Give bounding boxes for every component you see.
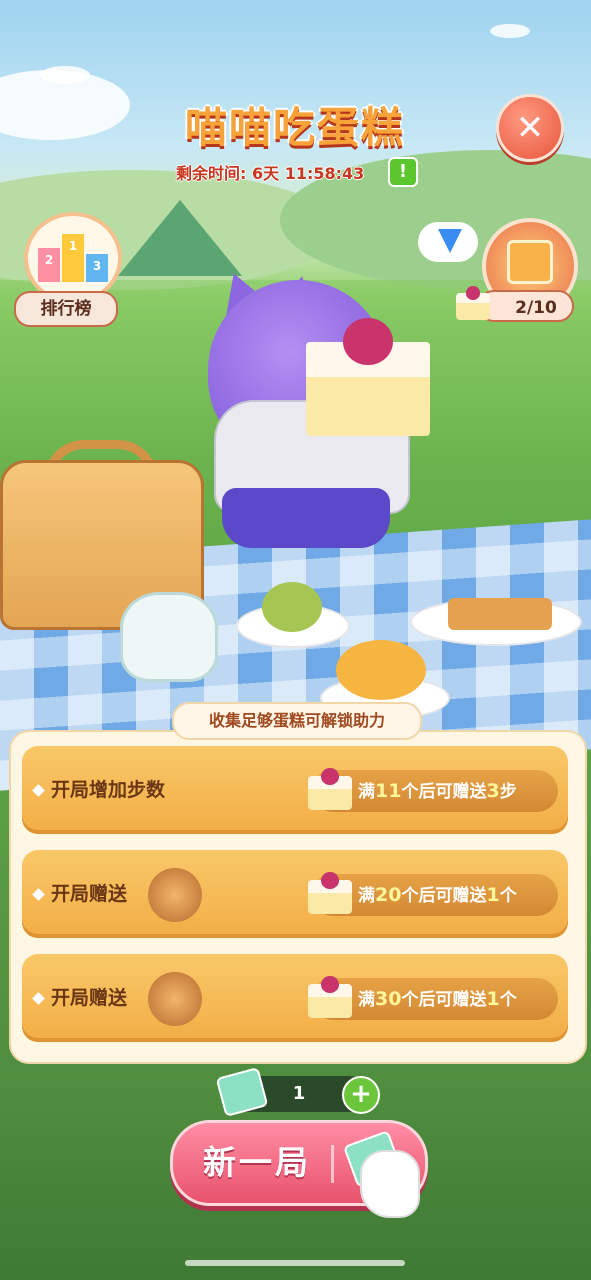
gift-icon xyxy=(507,240,553,284)
diamond-icon xyxy=(438,229,462,253)
podium-first: 1 xyxy=(62,234,84,282)
boost-row-cannon: 开局赠送 满20个后可赠送1个 xyxy=(22,850,568,938)
gift-progress-count: 2/10 xyxy=(478,290,574,322)
reward-text: 满11个后可赠送3步 xyxy=(358,780,517,802)
podium-third: 3 xyxy=(86,254,108,282)
home-indicator[interactable] xyxy=(185,1260,405,1266)
tent xyxy=(118,200,242,276)
timer-label: 剩余时间: xyxy=(176,164,247,183)
add-ticket-button[interactable]: + xyxy=(342,1076,380,1114)
orange-cake xyxy=(336,640,426,700)
reward-text: 满30个后可赠送1个 xyxy=(358,988,517,1010)
ranking-label: 排行榜 xyxy=(14,291,118,327)
boost-label: 开局赠送 xyxy=(32,954,127,1042)
cake-icon xyxy=(308,872,352,914)
reward-pill: 满30个后可赠送1个 xyxy=(308,976,558,1020)
timer-time: 11:58:43 xyxy=(284,164,365,183)
game-title: 喵喵吃蛋糕 xyxy=(184,103,405,152)
boost-row-hammer: 开局赠送 满30个后可赠送1个 xyxy=(22,954,568,1042)
boost-label: 开局增加步数 xyxy=(32,746,165,834)
timer-days: 6天 xyxy=(251,164,280,183)
panel-header: 收集足够蛋糕可解锁助力 xyxy=(172,702,422,740)
cloud xyxy=(40,66,90,84)
button-divider xyxy=(331,1145,334,1183)
boost-row-extra-steps: 开局增加步数 满11个后可赠送3步 xyxy=(22,746,568,834)
game-screen: 喵喵吃蛋糕 剩余时间: 6天 11:58:43 ! ✕ 2 1 3 排行榜 2/… xyxy=(0,0,591,1280)
matcha-cake xyxy=(262,582,322,632)
close-button[interactable]: ✕ xyxy=(496,94,564,162)
cake-icon xyxy=(308,768,352,810)
countdown-timer: 剩余时间: 6天 11:58:43 xyxy=(176,160,364,184)
cake-icon xyxy=(456,286,490,320)
reward-text: 满20个后可赠送1个 xyxy=(358,884,517,906)
ticket-count: 1 xyxy=(292,1083,306,1104)
cannon-icon xyxy=(148,868,202,922)
hammer-icon xyxy=(148,972,202,1026)
reward-pill: 满11个后可赠送3步 xyxy=(308,768,558,812)
pie-slice xyxy=(448,598,552,630)
new-game-label: 新一局 xyxy=(203,1143,311,1182)
podium-second: 2 xyxy=(38,248,60,282)
cake-icon xyxy=(308,976,352,1018)
teapot xyxy=(120,592,218,682)
reward-pill: 满20个后可赠送1个 xyxy=(308,872,558,916)
cat-pants xyxy=(222,488,390,548)
boost-label: 开局赠送 xyxy=(32,850,127,938)
alert-icon[interactable]: ! xyxy=(388,157,418,187)
cloud xyxy=(490,24,530,38)
pointing-hand-icon xyxy=(360,1150,420,1218)
big-cake xyxy=(306,318,430,436)
close-icon: ✕ xyxy=(515,108,545,148)
